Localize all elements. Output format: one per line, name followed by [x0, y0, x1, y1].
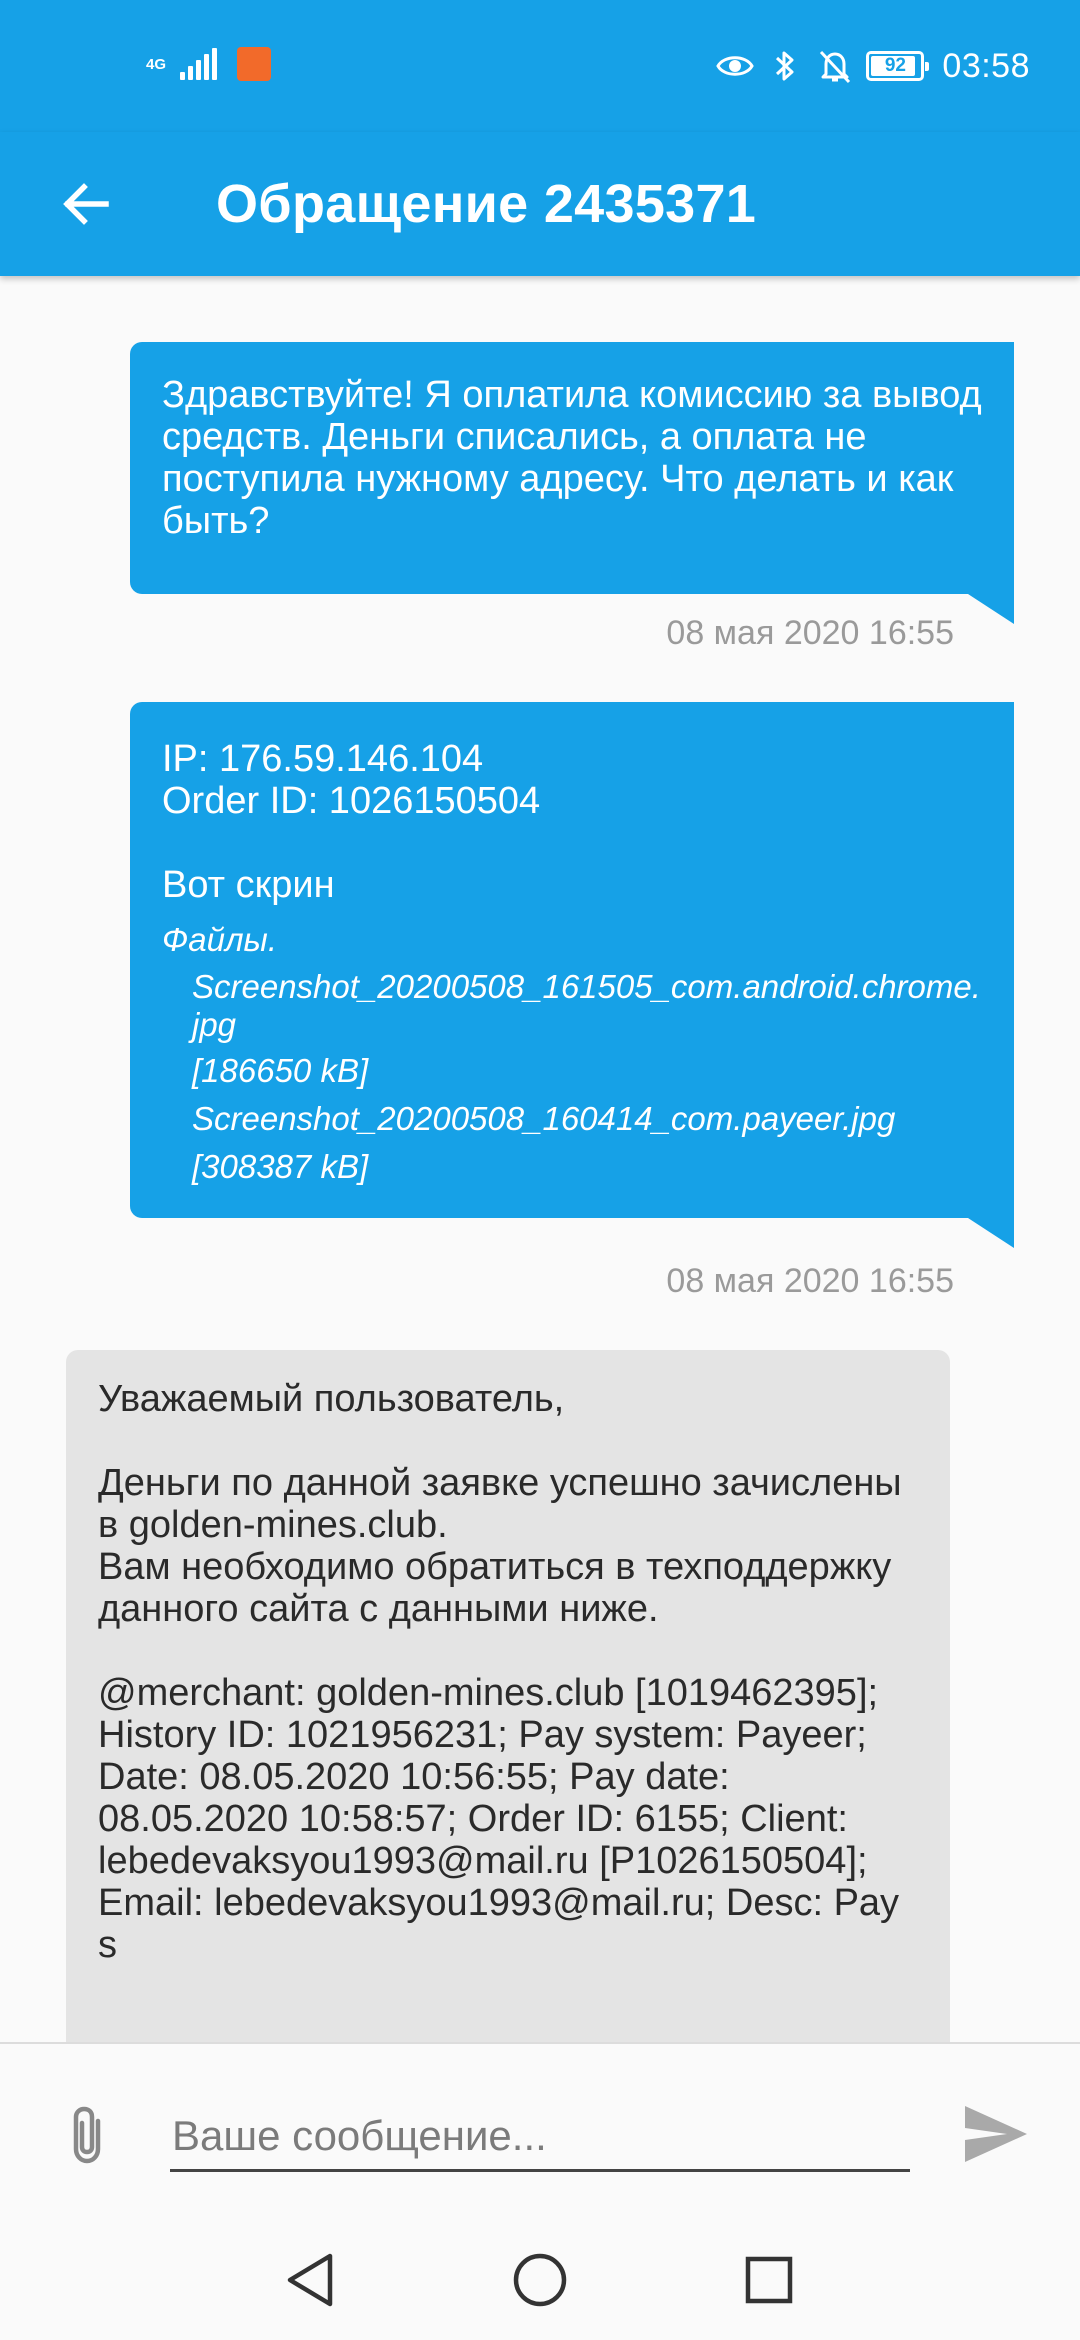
circle-home-icon — [513, 2253, 567, 2307]
message-composer — [0, 2042, 1080, 2216]
app-bar: Обращение 2435371 — [0, 132, 1080, 276]
message-timestamp: 08 мая 2020 16:55 — [666, 614, 954, 652]
back-button[interactable] — [50, 168, 122, 240]
attachment-file-size: [186650 kB] — [192, 1052, 369, 1089]
incoming-message-bubble: Уважаемый пользователь, Деньги по данной… — [66, 1350, 950, 2042]
battery-icon: 92 — [866, 51, 930, 81]
bluetooth-icon — [766, 47, 804, 85]
outgoing-message-bubble: Здравствуйте! Я оплатила комиссию за выв… — [130, 342, 1014, 624]
status-left: 4G — [146, 44, 271, 84]
bell-off-icon — [816, 47, 854, 85]
attachment-file-link[interactable]: Screenshot_20200508_161505_com.android.c… — [192, 968, 982, 1044]
arrow-left-icon — [63, 183, 109, 225]
triangle-back-icon — [287, 2253, 333, 2307]
message-text: Здравствуйте! Я оплатила комиссию за выв… — [162, 374, 982, 542]
status-right: 92 03:58 — [716, 40, 1030, 92]
message-body: Деньги по данной заявке успешно зачислен… — [98, 1462, 902, 1630]
order-id-line: Order ID: 1026150504 — [162, 780, 541, 822]
network-type: 4G — [146, 55, 167, 73]
attach-button[interactable] — [56, 2100, 120, 2172]
message-greeting: Уважаемый пользователь, — [98, 1378, 565, 1420]
outgoing-message-bubble: IP: 176.59.146.104 Order ID: 1026150504 … — [130, 702, 1014, 1248]
status-bar: 4G 92 03:58 — [0, 0, 1080, 132]
eye-comfort-icon — [716, 47, 755, 85]
app-notification-icon — [237, 47, 271, 81]
nav-recents-button[interactable] — [729, 2240, 809, 2320]
message-timestamp: 08 мая 2020 16:55 — [666, 1262, 954, 1300]
message-list[interactable]: Здравствуйте! Я оплатила комиссию за выв… — [0, 276, 1080, 2042]
page-title: Обращение 2435371 — [216, 174, 757, 234]
signal-strength-icon — [180, 48, 217, 80]
clock: 03:58 — [942, 46, 1030, 85]
system-navigation-bar — [0, 2216, 1080, 2340]
attachment-file-link[interactable]: Screenshot_20200508_160414_com.payeer.jp… — [192, 1100, 982, 1138]
message-input[interactable] — [170, 2102, 910, 2172]
square-recents-icon — [745, 2256, 793, 2304]
send-button[interactable] — [956, 2094, 1036, 2174]
nav-home-button[interactable] — [500, 2240, 580, 2320]
nav-back-button[interactable] — [270, 2240, 350, 2320]
battery-level: 92 — [884, 55, 906, 76]
message-details: @merchant: golden-mines.club [1019462395… — [98, 1672, 910, 1966]
message-text: Вот скрин — [162, 864, 335, 906]
send-icon — [965, 2106, 1027, 2162]
ip-line: IP: 176.59.146.104 — [162, 738, 484, 780]
paperclip-icon — [73, 2106, 101, 2164]
files-label: Файлы. — [162, 921, 278, 958]
attachment-file-size: [308387 kB] — [192, 1148, 369, 1185]
